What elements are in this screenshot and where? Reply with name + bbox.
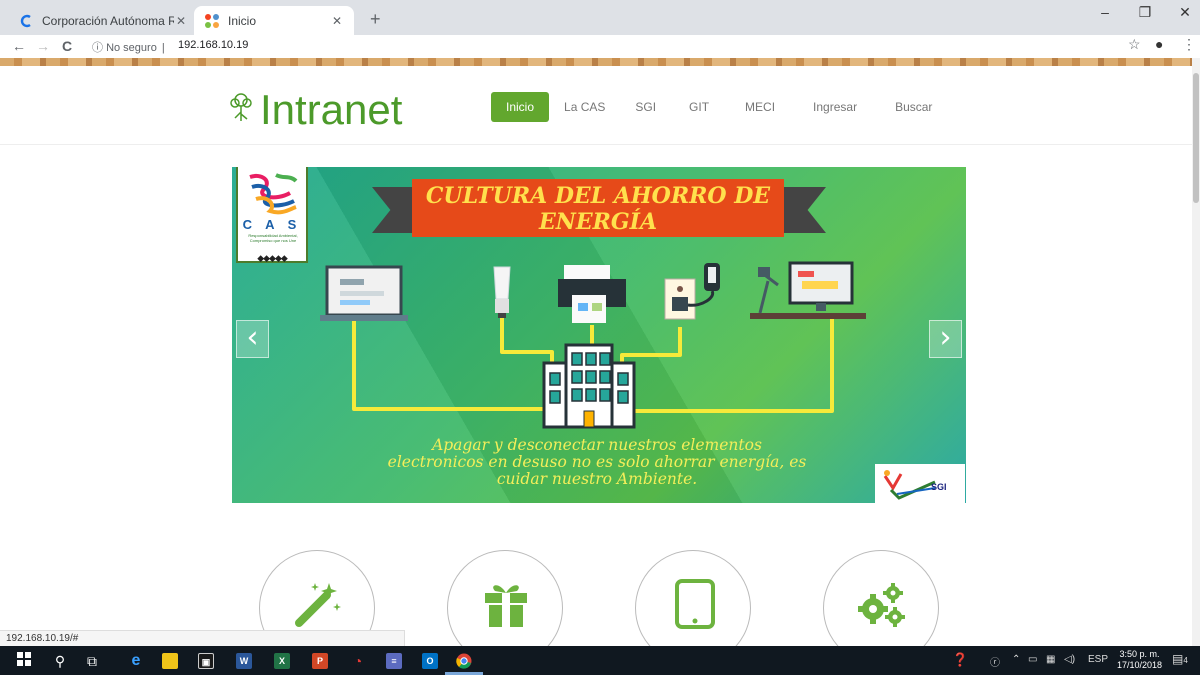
magic-wand-icon	[295, 583, 341, 627]
tab-title: Inicio	[228, 13, 257, 28]
header-divider	[0, 144, 1192, 145]
volume-icon[interactable]: ◁)	[1064, 654, 1075, 665]
back-icon[interactable]: ←	[8, 35, 30, 57]
clock-date: 17/10/2018	[1117, 660, 1163, 670]
help-tray-icon[interactable]: ❓	[952, 652, 968, 668]
url-field[interactable]: 192.168.10.19	[178, 39, 248, 51]
banner-message: Apagar y desconectar nuestros elementos …	[362, 437, 832, 488]
gift-icon	[485, 585, 527, 627]
nav-ingresar[interactable]: Ingresar	[793, 92, 877, 122]
banner-carousel[interactable]: C A S Responsabilidad Ambiental, Comprom…	[232, 167, 966, 503]
show-hidden-icons[interactable]: ⌃	[1012, 654, 1020, 665]
outlet-icon	[664, 263, 720, 320]
forward-icon[interactable]: →	[32, 35, 54, 57]
browser-tab-bar: Corporación Autónoma Regional ✕ Inicio ✕…	[0, 0, 1200, 35]
close-tab-icon[interactable]: ✕	[174, 14, 188, 28]
nav-la-cas[interactable]: La CAS	[549, 92, 620, 122]
file-explorer-icon[interactable]	[162, 653, 178, 669]
carousel-prev-button[interactable]: ‹	[236, 320, 269, 358]
feature-circle-tablet[interactable]	[635, 550, 751, 646]
security-label: No seguro	[106, 42, 157, 54]
search-icon[interactable]: ⚲	[50, 651, 70, 671]
carousel-next-button[interactable]: ›	[929, 320, 962, 358]
menu-icon[interactable]: ⋮	[1182, 36, 1196, 53]
task-view-icon[interactable]: ⧉	[82, 651, 102, 671]
browser-tab-cas[interactable]: Corporación Autónoma Regional ✕	[8, 6, 198, 35]
tab-title: Corporación Autónoma Regional	[42, 13, 174, 28]
nav-meci[interactable]: MECI	[727, 92, 793, 122]
laptop-icon	[320, 265, 408, 321]
books-app-icon[interactable]: ≡	[386, 653, 402, 669]
close-tab-icon[interactable]: ✕	[330, 14, 344, 28]
close-window-icon[interactable]: ✕	[1165, 4, 1200, 21]
notification-center-icon[interactable]: ▤4	[1172, 652, 1188, 666]
banner-message-line3: cuidar nuestro Ambiente.	[496, 470, 698, 488]
feature-circle-gift[interactable]	[447, 550, 563, 646]
site-logo[interactable]: Intranet	[228, 86, 402, 134]
sgi-logo: SGI	[875, 464, 965, 503]
reload-icon[interactable]: C	[56, 35, 78, 57]
desk-monitor-icon	[750, 261, 866, 319]
nav-buscar[interactable]: Buscar	[877, 92, 950, 122]
sgi-logo-icon	[883, 470, 936, 500]
word-icon[interactable]: W	[236, 653, 252, 669]
gears-icon	[858, 583, 905, 627]
windows-start-icon[interactable]	[14, 651, 34, 671]
people-tray-icon[interactable]: ⓡ	[990, 654, 1000, 669]
windows-taskbar: ⚲ ⧉ e ▣ W X P ◔ ≡ O ❓ ⓡ ⌃ ▭ ▦ ◁) ESP 3:5…	[0, 646, 1200, 675]
profile-icon[interactable]: ●	[1155, 36, 1163, 52]
status-url-bar: 192.168.10.19/#	[0, 630, 405, 646]
browser-tab-inicio[interactable]: Inicio ✕	[194, 6, 354, 35]
outlook-icon[interactable]: O	[422, 653, 438, 669]
scrollbar-thumb[interactable]	[1193, 73, 1199, 203]
powerpoint-icon[interactable]: P	[312, 653, 328, 669]
page-content: Intranet Inicio La CAS SGI GIT MECI Ingr…	[0, 66, 1192, 646]
banner-message-line1: Apagar y desconectar nuestros elementos	[432, 436, 762, 454]
cas-favicon-icon	[18, 13, 34, 29]
restore-icon[interactable]: ❐	[1125, 4, 1165, 21]
clock-time: 3:50 p. m.	[1119, 649, 1160, 659]
app-red-icon[interactable]: ◔	[350, 653, 366, 669]
store-icon[interactable]: ▣	[198, 653, 214, 669]
nav-inicio[interactable]: Inicio	[491, 92, 550, 122]
minimize-icon[interactable]: –	[1085, 4, 1125, 20]
tree-logo-icon	[228, 92, 260, 128]
sgi-label: SGI	[931, 482, 947, 492]
wood-header-strip	[0, 58, 1192, 66]
network-tray-icon[interactable]: ▭	[1028, 654, 1037, 665]
feature-circle-gears[interactable]	[823, 550, 939, 646]
main-nav: Inicio La CAS SGI GIT MECI Ingresar Busc…	[491, 92, 950, 122]
language-indicator[interactable]: ESP	[1088, 654, 1108, 665]
info-icon: ⓘ	[92, 42, 107, 54]
lightbulb-icon	[493, 266, 511, 318]
edge-icon[interactable]: e	[128, 653, 144, 669]
printer-icon	[558, 265, 626, 323]
excel-icon[interactable]: X	[274, 653, 290, 669]
chrome-icon[interactable]	[456, 653, 472, 669]
new-tab-icon[interactable]: +	[370, 9, 381, 30]
tablet-icon	[675, 579, 715, 629]
security-indicator[interactable]: ⓘ No seguro |	[92, 39, 165, 55]
clock[interactable]: 3:50 p. m. 17/10/2018	[1117, 649, 1162, 671]
display-tray-icon[interactable]: ▦	[1046, 654, 1055, 665]
banner-message-line2: electronicos en desuso no es solo ahorra…	[387, 453, 807, 471]
nav-sgi[interactable]: SGI	[620, 92, 671, 122]
nav-git[interactable]: GIT	[671, 92, 727, 122]
logo-text: Intranet	[260, 86, 403, 133]
joomla-favicon-icon	[204, 13, 220, 29]
bookmark-star-icon[interactable]: ☆	[1128, 36, 1141, 53]
notification-count: 4	[1183, 656, 1188, 665]
